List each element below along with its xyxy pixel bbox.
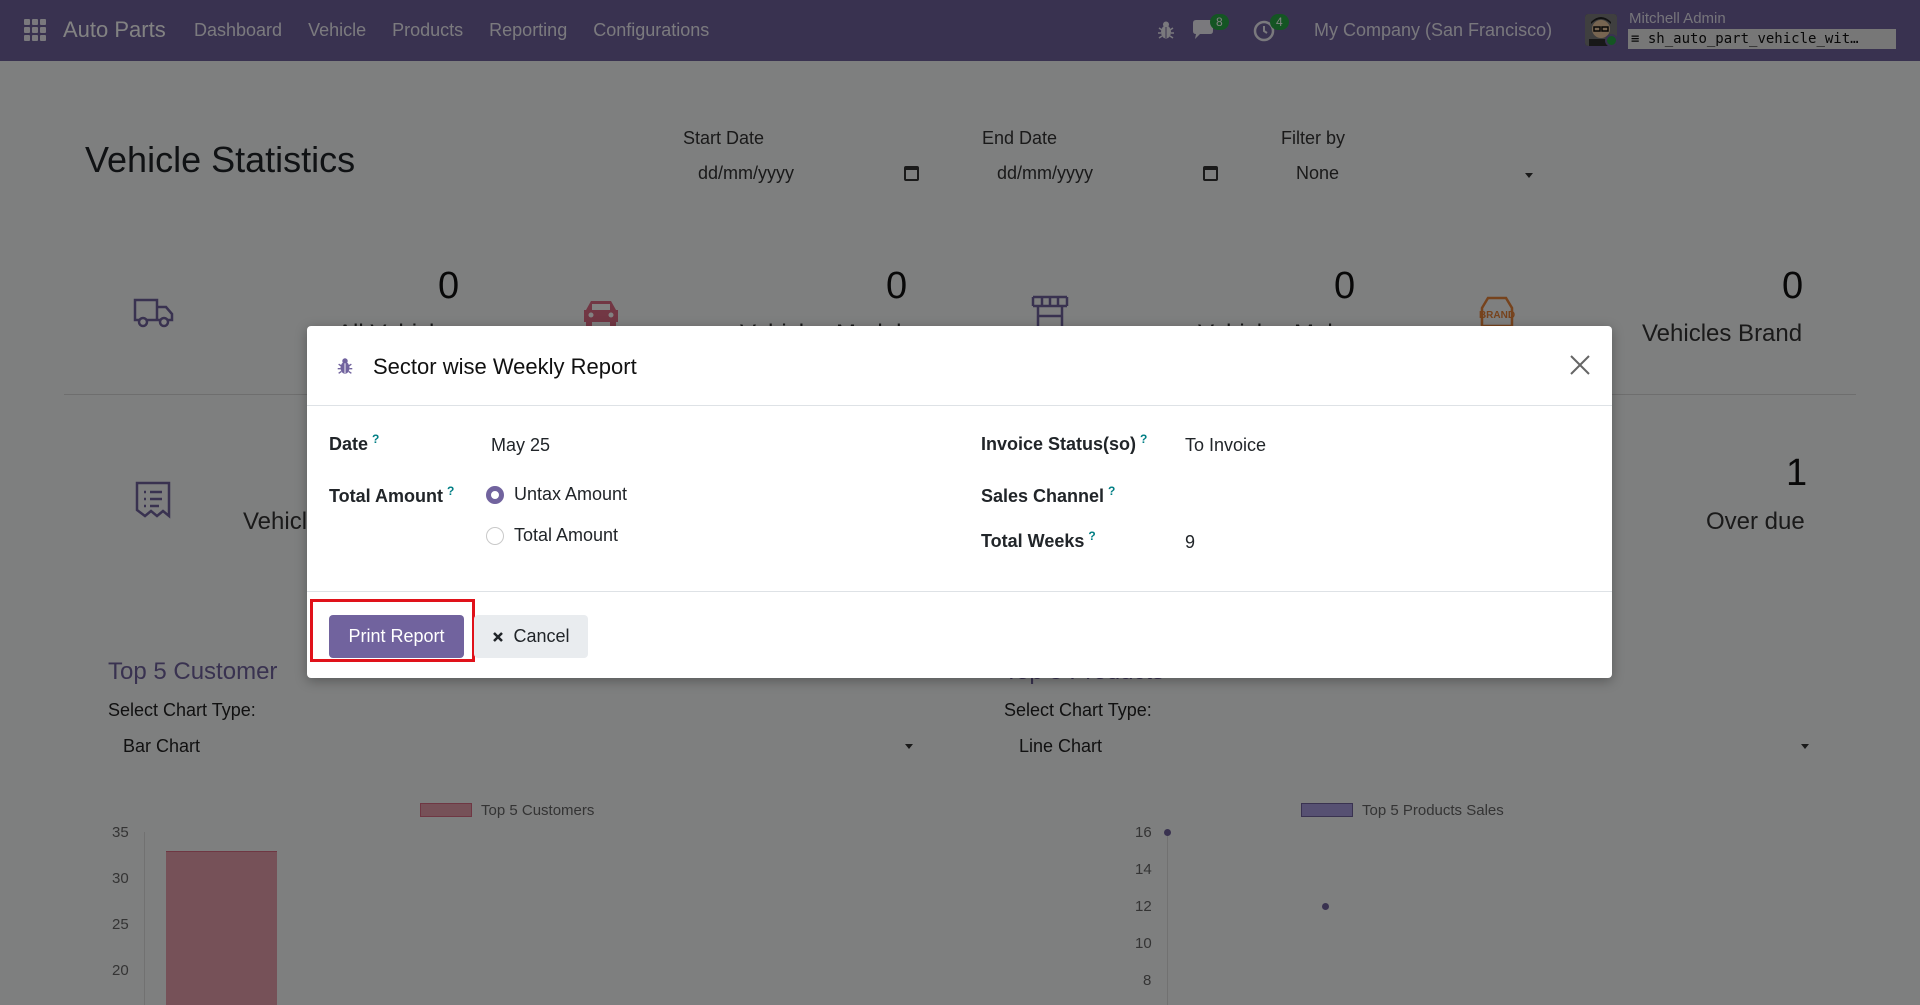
- sales-channel-input[interactable]: [1185, 484, 1585, 508]
- help-icon[interactable]: ?: [372, 432, 379, 446]
- print-report-button[interactable]: Print Report: [329, 615, 464, 658]
- total-weeks-value[interactable]: 9: [1185, 532, 1195, 553]
- help-icon[interactable]: ?: [447, 484, 454, 498]
- radio-total-label[interactable]: Total Amount: [514, 525, 618, 546]
- dialog-title: Sector wise Weekly Report: [373, 354, 637, 379]
- date-label: Date?: [329, 432, 379, 455]
- sales-channel-label: Sales Channel?: [981, 484, 1115, 507]
- dialog-footer: Print Report Cancel: [307, 591, 1612, 678]
- cancel-x-icon: [493, 631, 504, 642]
- total-weeks-label: Total Weeks?: [981, 529, 1096, 552]
- close-icon[interactable]: [1569, 354, 1591, 376]
- total-weeks-label-text: Total Weeks: [981, 531, 1085, 551]
- report-dialog: Sector wise Weekly Report Date? May 25 T…: [307, 326, 1612, 678]
- radio-untax-label[interactable]: Untax Amount: [514, 484, 627, 505]
- dialog-header: Sector wise Weekly Report: [307, 326, 1612, 406]
- help-icon[interactable]: ?: [1140, 432, 1147, 446]
- help-icon[interactable]: ?: [1108, 484, 1115, 498]
- sales-channel-label-text: Sales Channel: [981, 486, 1105, 506]
- dialog-bug-icon: [337, 358, 353, 374]
- invoice-status-label: Invoice Status(so)?: [981, 432, 1147, 455]
- cancel-button[interactable]: Cancel: [474, 615, 588, 658]
- radio-total-amount[interactable]: [486, 527, 504, 545]
- date-value[interactable]: May 25: [491, 435, 550, 456]
- invoice-status-label-text: Invoice Status(so): [981, 434, 1137, 454]
- help-icon[interactable]: ?: [1088, 529, 1095, 543]
- cancel-button-label: Cancel: [513, 626, 570, 646]
- total-amount-label: Total Amount?: [329, 484, 454, 507]
- date-label-text: Date: [329, 434, 369, 454]
- radio-untax-amount[interactable]: [486, 486, 504, 504]
- invoice-status-value[interactable]: To Invoice: [1185, 435, 1266, 456]
- total-amount-label-text: Total Amount: [329, 486, 443, 506]
